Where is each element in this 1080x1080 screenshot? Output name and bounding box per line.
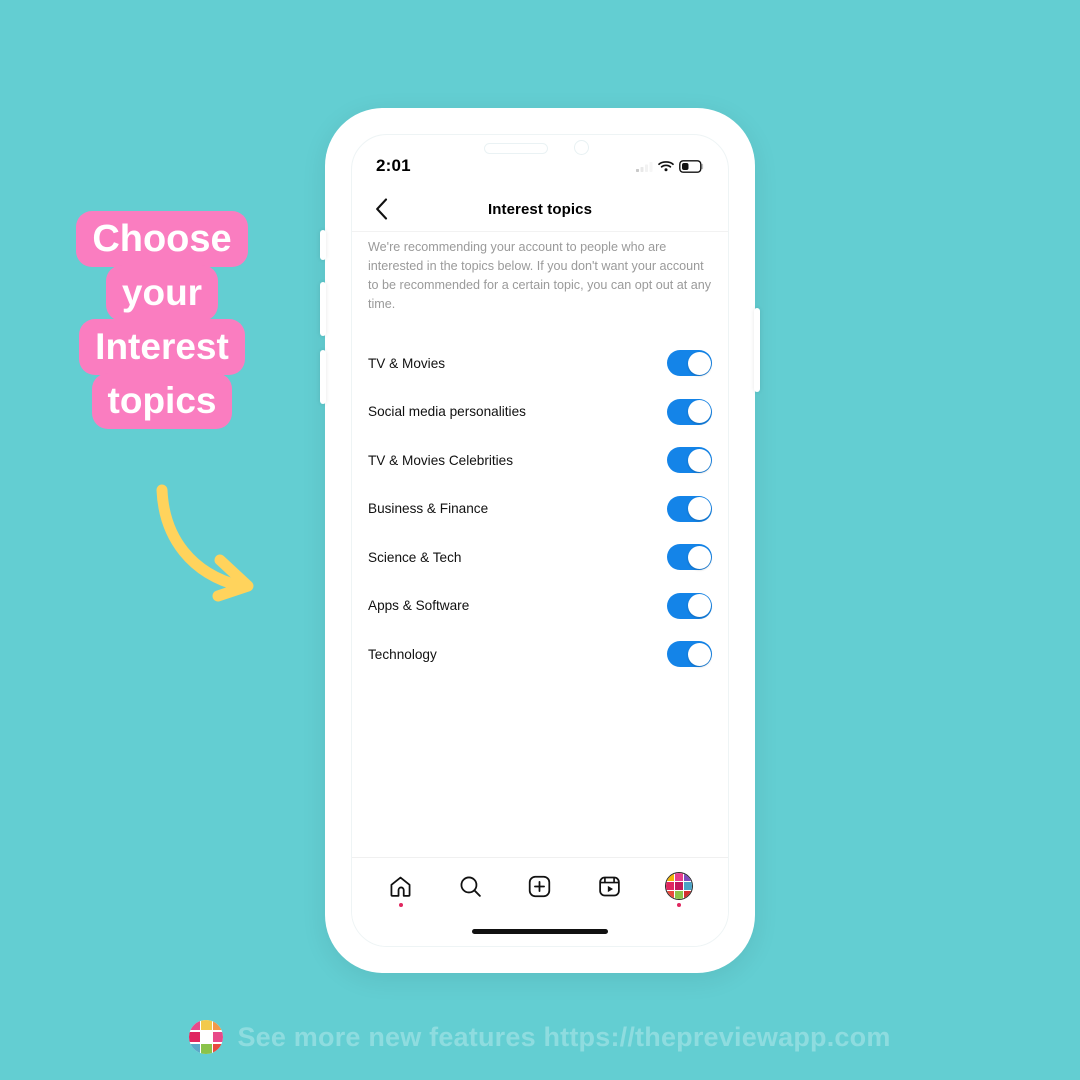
avatar-grid-cell [666, 891, 675, 899]
status-icons [636, 159, 704, 173]
volume-up-button [320, 282, 326, 336]
topic-label: TV & Movies [368, 355, 446, 371]
topic-label: TV & Movies Celebrities [368, 452, 514, 468]
topics-list: TV & Movies Social media personalities TV … [352, 339, 728, 679]
toggle-knob [687, 642, 711, 666]
headline-block: Choose your Interest topics [62, 211, 262, 429]
headline-line-1: Choose [76, 211, 248, 267]
avatar-grid-cell [684, 873, 693, 881]
toggle-knob [687, 594, 711, 618]
avatar-grid-cell [675, 873, 684, 881]
cellular-signal-icon [636, 162, 653, 172]
topic-label: Apps & Software [368, 598, 470, 614]
profile-badge-dot [677, 903, 682, 907]
topic-row[interactable]: TV & Movies [368, 339, 712, 388]
preview-app-logo [189, 1020, 224, 1054]
logo-grid-cell [213, 1043, 224, 1054]
topic-toggle[interactable] [667, 544, 712, 571]
tab-reels[interactable] [587, 864, 633, 908]
page-title: Interest topics [487, 200, 593, 218]
status-bar: 2:01 [352, 151, 728, 181]
home-indicator [472, 929, 608, 934]
bottom-tab-bar [352, 857, 728, 946]
logo-grid-cell [201, 1020, 212, 1031]
headline-line-3: Interest [79, 319, 245, 375]
logo-grid-cell [201, 1031, 212, 1043]
toggle-knob [687, 400, 711, 424]
toggle-knob [687, 497, 711, 521]
logo-grid-cell [189, 1031, 200, 1043]
avatar-grid-cell [684, 891, 693, 899]
power-button [754, 308, 760, 392]
topic-toggle[interactable] [667, 641, 712, 668]
logo-grid-cell [189, 1043, 200, 1054]
topic-label: Technology [368, 646, 437, 662]
avatar-grid-cell [675, 882, 684, 890]
topic-toggle[interactable] [667, 398, 712, 425]
avatar-grid-cell [666, 873, 675, 881]
tab-search[interactable] [447, 864, 493, 908]
headline-line-2: your [105, 265, 219, 321]
logo-grid-cell [189, 1020, 200, 1031]
logo-grid-cell [201, 1043, 212, 1054]
search-icon [460, 876, 481, 897]
footer: See more new features https://thepreview… [0, 1020, 1080, 1054]
logo-grid-cell [213, 1031, 224, 1043]
toggle-knob [687, 448, 711, 472]
curved-arrow-icon [156, 484, 254, 602]
home-badge-dot [398, 903, 403, 907]
avatar-grid-cell [675, 891, 684, 899]
avatar-grid-cell [684, 882, 693, 890]
wifi-icon [658, 161, 674, 172]
toggle-knob [687, 545, 711, 569]
reels-icon [599, 876, 620, 896]
toggle-knob [687, 351, 711, 375]
volume-down-button [320, 350, 326, 404]
avatar-grid-cell [666, 882, 675, 890]
topic-toggle[interactable] [667, 350, 712, 377]
logo-grid-cell [213, 1020, 224, 1031]
home-icon [390, 876, 411, 897]
chevron-left-icon [375, 198, 387, 220]
back-button[interactable] [364, 192, 398, 226]
tab-home[interactable] [378, 864, 424, 908]
create-post-icon [529, 875, 551, 897]
topic-row[interactable]: Science & Tech [368, 533, 712, 582]
tab-create[interactable] [517, 864, 563, 908]
topic-row[interactable]: Business & Finance [368, 485, 712, 534]
topic-toggle[interactable] [667, 495, 712, 522]
tab-profile[interactable] [656, 864, 702, 908]
profile-avatar [665, 872, 694, 900]
topic-toggle[interactable] [667, 447, 712, 474]
topic-row[interactable]: Apps & Software [368, 582, 712, 631]
silent-switch [320, 230, 326, 260]
topic-label: Science & Tech [368, 549, 462, 565]
status-time: 2:01 [376, 156, 411, 175]
footer-text: See more new features https://thepreview… [237, 1021, 891, 1052]
topic-row[interactable]: TV & Movies Celebrities [368, 436, 712, 485]
topic-toggle[interactable] [667, 592, 712, 619]
phone-screen: 2:01 Interest topics We're recommending … [351, 134, 729, 947]
phone-mockup: 2:01 Interest topics We're recommending … [320, 108, 760, 973]
screen-header: Interest topics [352, 187, 728, 232]
topic-row[interactable]: Technology [368, 630, 712, 679]
description-text: We're recommending your account to peopl… [368, 240, 712, 311]
headline-line-4: topics [91, 373, 233, 429]
topic-row[interactable]: Social media personalities [368, 388, 712, 437]
topic-label: Social media personalities [368, 404, 526, 420]
topic-label: Business & Finance [368, 501, 489, 517]
battery-icon [679, 159, 704, 173]
